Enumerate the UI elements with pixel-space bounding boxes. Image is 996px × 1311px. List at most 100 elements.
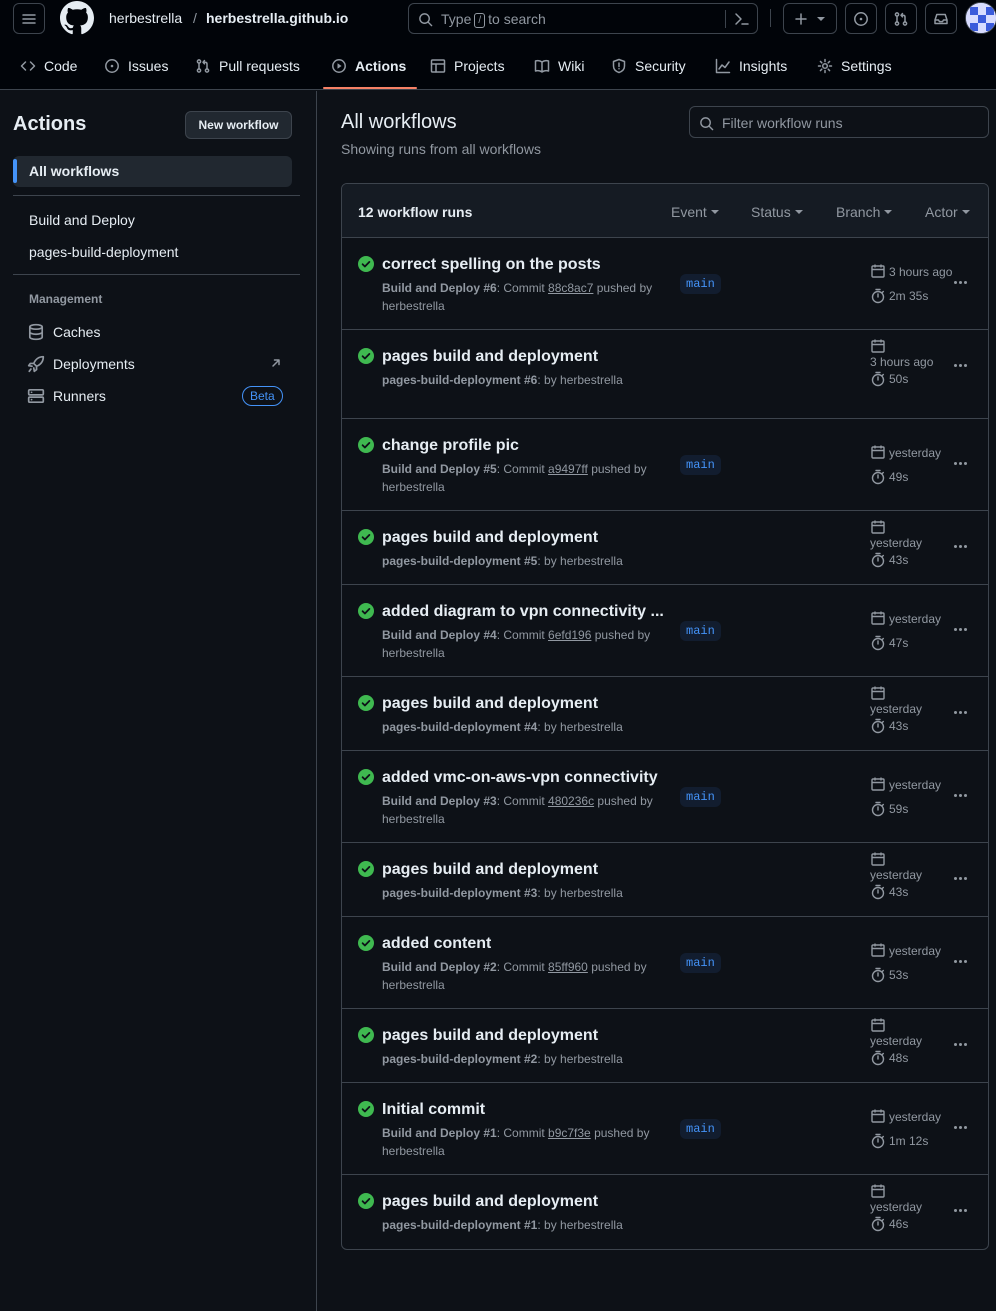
more-options-button[interactable] <box>950 536 970 556</box>
workflow-run-row[interactable]: pages build and deployment pages-build-d… <box>342 677 988 751</box>
workflow-name[interactable]: Build and Deploy #5 <box>382 462 497 476</box>
more-options-button[interactable] <box>950 1034 970 1054</box>
repo-name-link[interactable]: herbestrella.github.io <box>206 10 348 26</box>
github-logo-icon[interactable] <box>60 1 94 35</box>
create-new-button[interactable] <box>783 3 837 34</box>
actor-filter-dropdown[interactable]: Actor <box>925 204 970 220</box>
run-title-link[interactable]: pages build and deployment <box>382 861 598 879</box>
sidebar-item-pages-build-deployment[interactable]: pages-build-deployment <box>29 244 178 260</box>
more-options-button[interactable] <box>950 951 970 971</box>
commit-sha-link[interactable]: 6efd196 <box>548 628 591 642</box>
tab-actions[interactable]: Actions <box>331 48 406 84</box>
more-options-button[interactable] <box>950 785 970 805</box>
tab-wiki[interactable]: Wiki <box>534 48 584 84</box>
sidebar-item-build-and-deploy[interactable]: Build and Deploy <box>29 212 135 228</box>
tab-projects[interactable]: Projects <box>430 48 505 84</box>
tab-insights[interactable]: Insights <box>715 48 787 84</box>
run-title-link[interactable]: pages build and deployment <box>382 1193 598 1211</box>
branch-label[interactable]: main <box>680 621 721 641</box>
status-filter-dropdown[interactable]: Status <box>751 204 803 220</box>
workflow-run-row[interactable]: added diagram to vpn connectivity ... Bu… <box>342 585 988 677</box>
run-title-link[interactable]: added content <box>382 935 491 953</box>
sidebar-item-deployments[interactable]: Deployments <box>27 354 135 374</box>
event-filter-dropdown[interactable]: Event <box>671 204 719 220</box>
commit-sha-link[interactable]: a9497ff <box>548 462 588 476</box>
actions-sidebar: Actions New workflow All workflows Build… <box>0 91 317 1311</box>
kebab-dot <box>953 461 957 465</box>
workflow-name[interactable]: pages-build-deployment #5 <box>382 554 537 568</box>
workflow-run-row[interactable]: pages build and deployment pages-build-d… <box>342 1009 988 1083</box>
run-duration: 46s <box>889 1217 909 1231</box>
tab-settings[interactable]: Settings <box>817 48 892 84</box>
more-options-button[interactable] <box>950 355 970 375</box>
workflow-name[interactable]: Build and Deploy #3 <box>382 794 497 808</box>
workflow-name[interactable]: Build and Deploy #6 <box>382 281 497 295</box>
tab-security[interactable]: Security <box>611 48 686 84</box>
workflow-run-row[interactable]: Initial commit Build and Deploy #1: Comm… <box>342 1083 988 1175</box>
filter-workflow-runs-input[interactable]: Filter workflow runs <box>689 106 989 138</box>
divider <box>13 195 300 196</box>
search-input[interactable]: Type / to search <box>408 3 758 34</box>
more-options-button[interactable] <box>950 619 970 639</box>
branch-label[interactable]: main <box>680 455 721 475</box>
sidebar-item-runners[interactable]: Runners <box>27 386 106 406</box>
workflow-run-row[interactable]: pages build and deployment pages-build-d… <box>342 1175 988 1249</box>
workflow-name[interactable]: Build and Deploy #1 <box>382 1126 497 1140</box>
commit-sha-link[interactable]: 88c8ac7 <box>548 281 593 295</box>
commit-sha-link[interactable]: 85ff960 <box>548 960 588 974</box>
repo-owner-link[interactable]: herbestrella <box>109 10 182 26</box>
run-title-link[interactable]: pages build and deployment <box>382 348 598 366</box>
menu-button[interactable] <box>13 3 45 34</box>
workflow-name[interactable]: pages-build-deployment #6 <box>382 373 537 387</box>
avatar[interactable] <box>965 2 996 34</box>
branch-label[interactable]: main <box>680 274 721 294</box>
tab-issues[interactable]: Issues <box>104 48 168 84</box>
more-options-button[interactable] <box>950 272 970 292</box>
kebab-dot <box>958 363 962 367</box>
rocket-icon <box>27 355 45 373</box>
run-title-link[interactable]: added vmc-on-aws-vpn connectivity <box>382 769 658 787</box>
workflow-run-row[interactable]: added vmc-on-aws-vpn connectivity Build … <box>342 751 988 843</box>
workflow-run-row[interactable]: pages build and deployment pages-build-d… <box>342 511 988 585</box>
sidebar-item-all-workflows[interactable]: All workflows <box>13 156 292 187</box>
branch-label[interactable]: main <box>680 953 721 973</box>
workflow-run-row[interactable]: pages build and deployment pages-build-d… <box>342 330 988 419</box>
more-options-button[interactable] <box>950 1117 970 1137</box>
more-options-button[interactable] <box>950 453 970 473</box>
commit-sha-link[interactable]: 480236c <box>548 794 594 808</box>
new-workflow-button[interactable]: New workflow <box>185 111 292 139</box>
run-title-link[interactable]: correct spelling on the posts <box>382 256 601 274</box>
branch-label[interactable]: main <box>680 787 721 807</box>
kebab-dot <box>958 544 962 548</box>
workflow-name[interactable]: pages-build-deployment #1 <box>382 1218 537 1232</box>
inbox-button[interactable] <box>925 3 957 34</box>
database-icon <box>28 323 44 341</box>
workflow-run-row[interactable]: change profile pic Build and Deploy #5: … <box>342 419 988 511</box>
branch-label[interactable]: main <box>680 1119 721 1139</box>
your-issues-button[interactable] <box>845 3 877 34</box>
more-options-button[interactable] <box>950 1200 970 1220</box>
run-title-link[interactable]: change profile pic <box>382 437 519 455</box>
branch-filter-dropdown[interactable]: Branch <box>836 204 893 220</box>
workflow-name[interactable]: pages-build-deployment #4 <box>382 720 537 734</box>
tab-pull-requests[interactable]: Pull requests <box>195 48 300 84</box>
workflow-name[interactable]: pages-build-deployment #3 <box>382 886 537 900</box>
workflow-name[interactable]: pages-build-deployment #2 <box>382 1052 537 1066</box>
commit-sha-link[interactable]: b9c7f3e <box>548 1126 591 1140</box>
tab-code[interactable]: Code <box>20 48 77 84</box>
run-title-link[interactable]: pages build and deployment <box>382 1027 598 1045</box>
workflow-run-row[interactable]: correct spelling on the posts Build and … <box>342 238 988 330</box>
workflow-name[interactable]: Build and Deploy #4 <box>382 628 497 642</box>
command-palette-icon[interactable] <box>734 11 750 27</box>
run-title-link[interactable]: pages build and deployment <box>382 529 598 547</box>
run-title-link[interactable]: added diagram to vpn connectivity ... <box>382 603 664 621</box>
workflow-run-row[interactable]: added content Build and Deploy #2: Commi… <box>342 917 988 1009</box>
workflow-name[interactable]: Build and Deploy #2 <box>382 960 497 974</box>
workflow-run-row[interactable]: pages build and deployment pages-build-d… <box>342 843 988 917</box>
more-options-button[interactable] <box>950 868 970 888</box>
run-title-link[interactable]: Initial commit <box>382 1101 485 1119</box>
your-pull-requests-button[interactable] <box>885 3 917 34</box>
sidebar-item-caches[interactable]: Caches <box>27 322 100 342</box>
run-title-link[interactable]: pages build and deployment <box>382 695 598 713</box>
more-options-button[interactable] <box>950 702 970 722</box>
